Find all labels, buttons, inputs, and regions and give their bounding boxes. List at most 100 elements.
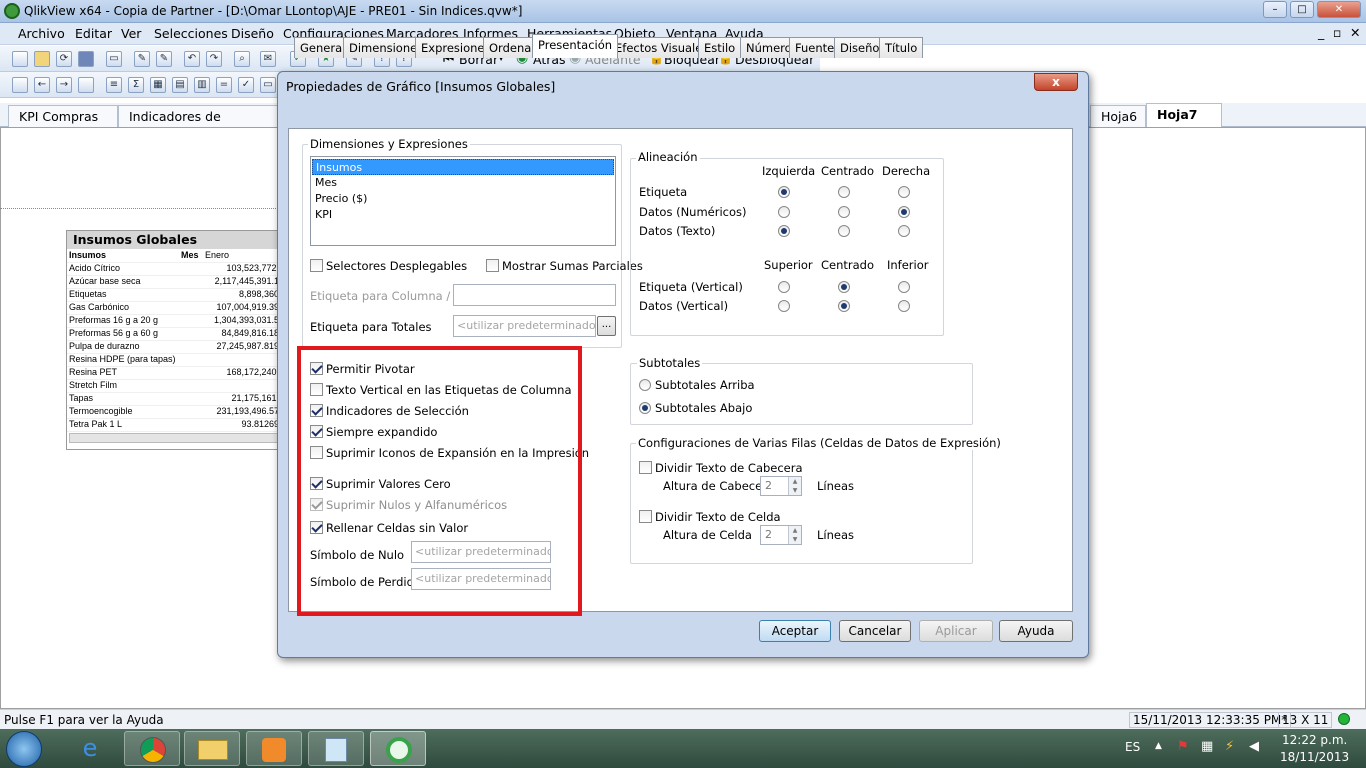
clock-date[interactable]: 18/11/2013 — [1280, 750, 1349, 764]
texto-centrado-radio[interactable] — [838, 225, 850, 237]
volume-icon[interactable]: ◀ — [1249, 739, 1259, 754]
reload-icon[interactable]: ⟳ — [56, 51, 72, 67]
aceptar-button[interactable]: Aceptar — [759, 620, 831, 642]
subtotales-arriba-radio[interactable] — [639, 379, 651, 391]
menu-archivo[interactable]: Archivo — [18, 26, 65, 41]
pivot-table-insumos-globales[interactable]: Insumos Globales Insumos Mes Enero Acido… — [66, 230, 281, 450]
stepper-arrows-icon[interactable]: ▲ ▼ — [788, 477, 801, 495]
button-object-icon[interactable]: ▭ — [260, 77, 276, 93]
numericos-derecha-radio[interactable] — [898, 206, 910, 218]
tab-presentacion[interactable]: Presentación — [532, 34, 619, 58]
edit-script-icon[interactable]: ✎ — [156, 51, 172, 67]
numericos-izquierda-radio[interactable] — [778, 206, 790, 218]
etiqueta-totales-input[interactable]: <utilizar predeterminado> — [453, 315, 596, 337]
datos-v-inferior-radio[interactable] — [898, 300, 910, 312]
subtotales-abajo-radio[interactable] — [639, 402, 651, 414]
mdi-minimize-button[interactable]: _ — [1318, 25, 1324, 40]
list-item[interactable]: Insumos — [312, 159, 614, 175]
statistics-box-icon[interactable]: Σ — [128, 77, 144, 93]
multibox-icon[interactable]: ▤ — [172, 77, 188, 93]
power-icon[interactable]: ⚡ — [1225, 739, 1234, 754]
sheet-properties-icon[interactable] — [78, 77, 94, 93]
table-box-icon[interactable]: ▦ — [150, 77, 166, 93]
pivot-header-mes[interactable]: Mes — [181, 250, 199, 260]
search-icon[interactable]: ⌕ — [234, 51, 250, 67]
close-window-button[interactable]: ✕ — [1317, 1, 1361, 18]
print-icon[interactable]: ▭ — [106, 51, 122, 67]
mdi-close-button[interactable]: ✕ — [1350, 25, 1360, 40]
chart-icon[interactable]: ▥ — [194, 77, 210, 93]
demote-sheet-icon[interactable]: → — [56, 77, 72, 93]
minimize-button[interactable]: – — [1263, 1, 1287, 18]
etiqueta-v-centrado-radio[interactable] — [838, 281, 850, 293]
clock-time[interactable]: 12:22 p.m. — [1282, 733, 1347, 747]
list-item[interactable]: Mes — [312, 175, 614, 191]
menu-diseno[interactable]: Diseño — [231, 26, 274, 41]
etiqueta-v-superior-radio[interactable] — [778, 281, 790, 293]
edit-icon[interactable]: ✎ — [134, 51, 150, 67]
texto-derecha-radio[interactable] — [898, 225, 910, 237]
internet-explorer-icon[interactable]: e — [62, 731, 118, 766]
etiqueta-centrado-radio[interactable] — [838, 186, 850, 198]
sheet-tab-hoja7[interactable]: Hoja7 — [1146, 103, 1222, 127]
sheet-tab-hoja6[interactable]: Hoja6 — [1090, 105, 1146, 127]
sheet-tab-indicadores[interactable]: Indicadores de Compras — [118, 105, 278, 139]
open-folder-icon[interactable] — [34, 51, 50, 67]
texto-izquierda-radio[interactable] — [778, 225, 790, 237]
mdi-restore-button[interactable]: ▫ — [1333, 25, 1341, 40]
menu-editar[interactable]: Editar — [75, 26, 112, 41]
etiqueta-derecha-radio[interactable] — [898, 186, 910, 198]
notes-app-icon[interactable] — [308, 731, 364, 766]
tab-diseno[interactable]: Diseño — [834, 37, 886, 58]
chrome-icon[interactable] — [124, 731, 180, 766]
pivot-horizontal-scrollbar[interactable] — [69, 433, 281, 443]
listbox-icon[interactable]: ≡ — [106, 77, 122, 93]
aplicar-button[interactable]: Aplicar — [919, 620, 993, 642]
redo-icon[interactable]: ↷ — [206, 51, 222, 67]
etiqueta-izquierda-radio[interactable] — [778, 186, 790, 198]
mostrar-sumas-checkbox[interactable] — [486, 259, 499, 272]
selectores-desplegables-checkbox[interactable] — [310, 259, 323, 272]
etiqueta-v-inferior-radio[interactable] — [898, 281, 910, 293]
menu-ver[interactable]: Ver — [121, 26, 141, 41]
save-icon[interactable] — [78, 51, 94, 67]
ayuda-button[interactable]: Ayuda — [999, 620, 1073, 642]
dividir-celda-checkbox[interactable] — [639, 510, 652, 523]
altura-cabecera-stepper[interactable]: 2 ▲ ▼ — [760, 476, 802, 496]
current-selections-icon[interactable]: ✓ — [238, 77, 254, 93]
file-explorer-icon[interactable] — [184, 731, 240, 766]
qlikview-taskbar-icon[interactable] — [370, 731, 426, 766]
new-sheet-icon[interactable] — [12, 77, 28, 93]
tab-fuente[interactable]: Fuente — [789, 37, 841, 58]
action-center-icon[interactable]: ⚑ — [1177, 739, 1189, 754]
maximize-button[interactable]: □ — [1290, 1, 1314, 18]
list-item[interactable]: KPI — [312, 207, 614, 223]
show-hidden-icons-icon[interactable]: ▲ — [1155, 741, 1162, 751]
dialog-close-button[interactable]: x — [1034, 73, 1078, 91]
email-icon[interactable]: ✉ — [260, 51, 276, 67]
datos-v-centrado-radio[interactable] — [838, 300, 850, 312]
tab-estilo[interactable]: Estilo — [698, 37, 742, 58]
new-document-icon[interactable] — [12, 51, 28, 67]
dividir-cabecera-checkbox[interactable] — [639, 461, 652, 474]
datos-v-superior-radio[interactable] — [778, 300, 790, 312]
promote-sheet-icon[interactable]: ← — [34, 77, 50, 93]
pivot-header-insumos[interactable]: Insumos — [69, 250, 106, 260]
tab-titulo[interactable]: Título — [879, 37, 924, 58]
sheet-tab-kpi-compras[interactable]: KPI Compras — [8, 105, 118, 136]
list-item[interactable]: Precio ($) — [312, 191, 614, 207]
start-button[interactable] — [6, 731, 42, 767]
input-box-icon[interactable]: = — [216, 77, 232, 93]
altura-celda-stepper[interactable]: 2 ▲ ▼ — [760, 525, 802, 545]
media-player-icon[interactable] — [246, 731, 302, 766]
dimensions-list[interactable]: Insumos Mes Precio ($) KPI — [310, 156, 616, 246]
menu-selecciones[interactable]: Selecciones — [154, 26, 228, 41]
undo-icon[interactable]: ↶ — [184, 51, 200, 67]
etiqueta-columna-input[interactable] — [453, 284, 616, 306]
stepper-arrows-icon[interactable]: ▲ ▼ — [788, 526, 801, 544]
network-icon[interactable]: ▦ — [1201, 739, 1213, 754]
cancelar-button[interactable]: Cancelar — [839, 620, 911, 642]
language-indicator[interactable]: ES — [1125, 740, 1140, 754]
numericos-centrado-radio[interactable] — [838, 206, 850, 218]
etiqueta-totales-browse-button[interactable]: ... — [597, 316, 616, 336]
